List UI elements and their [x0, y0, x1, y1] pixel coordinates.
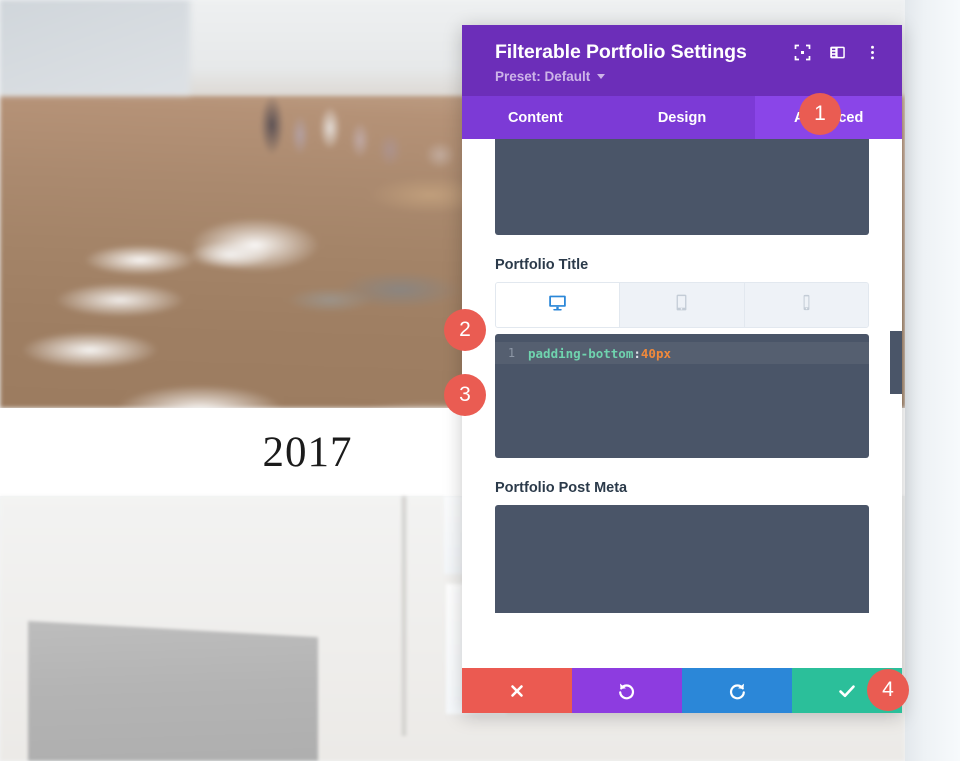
redo-button[interactable] [682, 668, 792, 713]
tab-design[interactable]: Design [609, 96, 756, 139]
check-icon [836, 680, 858, 702]
step-badge-3: 3 [444, 374, 486, 416]
chevron-down-icon [597, 74, 606, 79]
device-tab-desktop[interactable] [496, 283, 621, 327]
photo-canvas-face [28, 621, 318, 761]
close-icon [507, 681, 527, 701]
filterable-portfolio-settings-modal: Filterable Portfolio Settings Preset: De… [462, 25, 903, 713]
tablet-icon [671, 292, 692, 318]
preset-label: Preset: Default [495, 69, 591, 84]
portfolio-year-label: 2017 [262, 428, 353, 476]
desktop-icon [547, 292, 568, 318]
page-right-gutter [905, 0, 960, 761]
code-line-content: padding-bottom:40px [528, 346, 671, 361]
step-badge-1: 1 [799, 93, 841, 135]
portfolio-title-field-label: Portfolio Title [495, 257, 589, 273]
modal-title: Filterable Portfolio Settings [495, 41, 747, 63]
device-tab-tablet[interactable] [620, 283, 745, 327]
photo-wall-seam [400, 496, 408, 736]
modal-body: Portfolio Title 1 padding-bottom:40px Po… [462, 139, 902, 668]
cancel-button[interactable] [462, 668, 572, 713]
device-tab-phone[interactable] [744, 283, 868, 327]
modal-footer-actions [462, 668, 902, 713]
portfolio-post-meta-field-label: Portfolio Post Meta [495, 480, 628, 496]
tab-content[interactable]: Content [462, 96, 609, 139]
modal-scrollbar-thumb[interactable] [890, 331, 902, 394]
phone-icon [796, 292, 817, 318]
code-line-1[interactable]: 1 padding-bottom:40px [495, 342, 869, 364]
layout-panel-icon[interactable] [829, 44, 846, 61]
css-colon-token: : [633, 345, 641, 361]
step-badge-4: 4 [867, 669, 909, 711]
code-line-number: 1 [507, 346, 516, 360]
custom-css-editor-clipped[interactable] [495, 139, 869, 235]
preset-selector[interactable]: Preset: Default [495, 69, 606, 84]
portfolio-post-meta-css-editor[interactable] [495, 505, 869, 613]
css-value-token: 40px [640, 345, 671, 361]
modal-header-icon-group [794, 44, 884, 61]
css-property-token: padding-bottom [528, 345, 634, 361]
modal-title-row: Filterable Portfolio Settings [495, 41, 884, 64]
undo-button[interactable] [572, 668, 682, 713]
modal-header: Filterable Portfolio Settings Preset: De… [462, 25, 902, 96]
redo-icon [726, 680, 748, 702]
modal-scrollbar-track[interactable] [890, 139, 902, 668]
undo-icon [616, 680, 638, 702]
tab-design-label: Design [657, 109, 707, 126]
fullscreen-icon[interactable] [794, 44, 811, 61]
tab-content-label: Content [507, 109, 563, 126]
portfolio-title-css-editor[interactable]: 1 padding-bottom:40px [495, 334, 869, 458]
portfolio-title-device-tabs [495, 282, 869, 328]
more-options-icon[interactable] [864, 44, 881, 61]
step-badge-2: 2 [444, 309, 486, 351]
